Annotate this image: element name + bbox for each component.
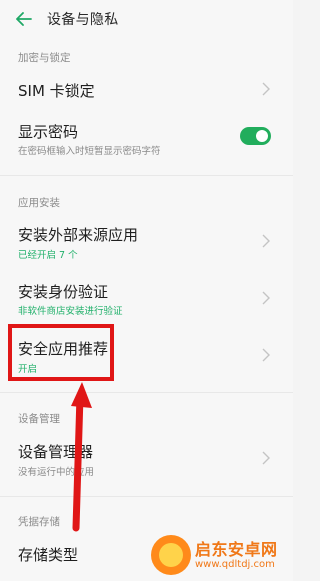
item-subtitle: 非软件商店安装进行验证 [18, 306, 123, 317]
item-subtitle: 在密码框输入时短暂显示密码字符 [18, 146, 161, 157]
section-label-storage: 凭据存储 [18, 516, 60, 528]
chevron-right-icon [262, 234, 270, 248]
settings-screen: 设备与隐私 加密与锁定 SIM 卡锁定 显示密码 在密码框输入时短暂显示密码字符… [0, 0, 293, 581]
item-title: 安装身份验证 [18, 283, 109, 301]
back-arrow-icon [16, 12, 32, 26]
annotation-arrow-icon [71, 382, 92, 532]
watermark-text: 启东安卓网 [195, 540, 278, 559]
item-title: 显示密码 [18, 123, 79, 141]
chevron-right-icon [262, 82, 270, 96]
show-password-toggle[interactable] [240, 127, 271, 145]
chevron-right-icon [262, 451, 270, 465]
section-label-device: 设备管理 [18, 413, 60, 425]
section-label-apps: 应用安装 [18, 197, 60, 209]
page-title: 设备与隐私 [47, 12, 119, 28]
watermark: 启东安卓网 www.qdltdj.com [151, 533, 285, 579]
divider [0, 392, 293, 393]
highlight-box [8, 324, 114, 381]
chevron-right-icon [262, 291, 270, 305]
watermark-url: www.qdltdj.com [195, 559, 275, 570]
watermark-logo-icon [151, 535, 191, 575]
divider [0, 175, 293, 176]
chevron-right-icon [262, 348, 270, 362]
item-subtitle: 已经开启 7 个 [18, 250, 78, 261]
header: 设备与隐私 [0, 0, 293, 40]
item-title: 安装外部来源应用 [18, 226, 139, 244]
toggle-knob [256, 130, 268, 142]
back-button[interactable] [13, 8, 35, 30]
item-title: SIM 卡锁定 [18, 82, 95, 100]
item-title: 存储类型 [18, 546, 79, 564]
section-label-lock: 加密与锁定 [18, 52, 71, 64]
divider [0, 496, 293, 497]
